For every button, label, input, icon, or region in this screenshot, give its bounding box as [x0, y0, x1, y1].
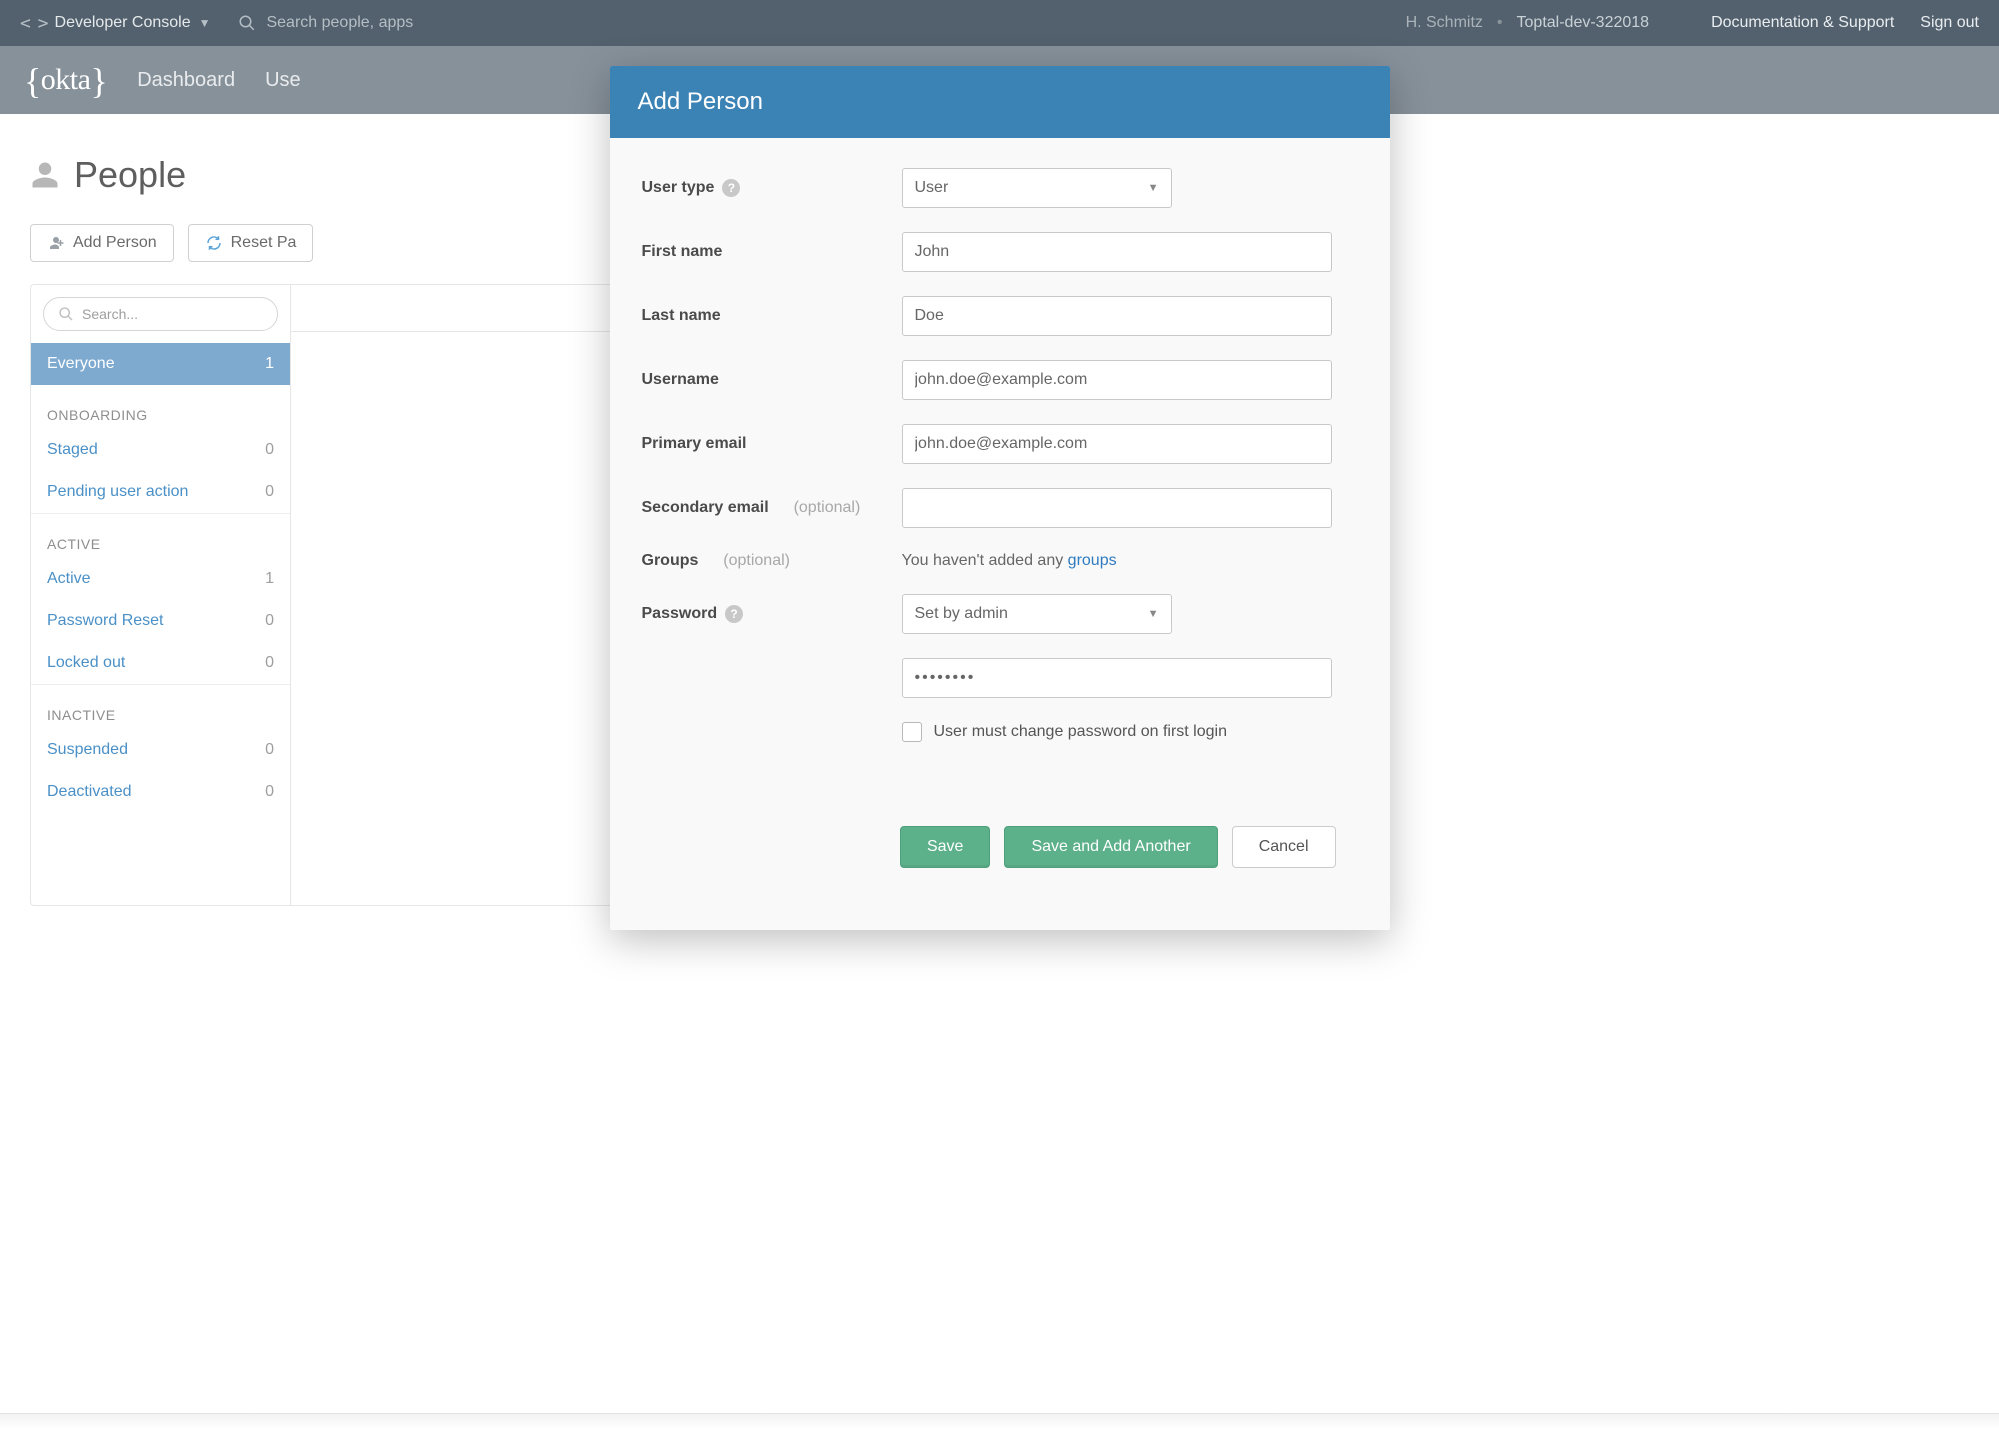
console-switcher[interactable]: < > Developer Console ▼: [20, 13, 210, 34]
sidebar-heading-onboarding: ONBOARDING: [31, 385, 290, 429]
global-search[interactable]: Search people, apps: [238, 14, 413, 32]
console-label: Developer Console: [55, 14, 191, 32]
add-person-button[interactable]: Add Person: [30, 224, 174, 262]
caret-down-icon: ▼: [199, 16, 211, 30]
label-username: Username: [642, 371, 719, 389]
groups-link[interactable]: groups: [1068, 552, 1117, 569]
person-icon: [30, 160, 60, 190]
groups-empty-text: You haven't added any: [902, 552, 1068, 569]
sidebar-item-password-reset[interactable]: Password Reset 0: [31, 600, 290, 642]
must-change-checkbox[interactable]: [902, 722, 922, 742]
reset-passwords-button[interactable]: Reset Pa: [188, 224, 314, 262]
sidebar-heading-active: ACTIVE: [31, 513, 290, 558]
chevron-down-icon: ▼: [1148, 608, 1159, 620]
top-bar: < > Developer Console ▼ Search people, a…: [0, 0, 1999, 46]
sign-out-link[interactable]: Sign out: [1920, 14, 1979, 32]
refresh-icon: [205, 234, 223, 252]
user-type-select[interactable]: User ▼: [902, 168, 1172, 208]
chevron-down-icon: ▼: [1148, 182, 1159, 194]
filter-search-placeholder: Search...: [82, 306, 138, 322]
sidebar-item-deactivated[interactable]: Deactivated 0: [31, 771, 290, 813]
label-primary-email: Primary email: [642, 435, 747, 453]
add-person-label: Add Person: [73, 234, 157, 252]
label-password: Password: [642, 605, 718, 623]
label-groups: Groups: [642, 552, 699, 570]
nav-dashboard[interactable]: Dashboard: [137, 69, 235, 92]
add-person-modal: Add Person User type ? User ▼ First name…: [610, 66, 1390, 930]
label-secondary-email: Secondary email: [642, 499, 769, 517]
documentation-link[interactable]: Documentation & Support: [1711, 14, 1894, 32]
search-icon: [238, 14, 256, 32]
page-title: People: [74, 154, 186, 196]
password-mode-select[interactable]: Set by admin ▼: [902, 594, 1172, 634]
filter-search[interactable]: Search...: [43, 297, 278, 331]
okta-logo[interactable]: {okta}: [24, 63, 107, 97]
sidebar-item-active[interactable]: Active 1: [31, 558, 290, 600]
reset-passwords-label: Reset Pa: [231, 234, 297, 252]
last-name-field[interactable]: [902, 296, 1332, 336]
add-person-icon: [47, 234, 65, 252]
org-name[interactable]: Toptal-dev-322018: [1517, 14, 1650, 32]
label-user-type: User type: [642, 179, 715, 197]
cancel-button[interactable]: Cancel: [1232, 826, 1336, 868]
filter-sidebar: Search... Everyone 1 ONBOARDING Staged 0…: [31, 285, 291, 905]
footer-divider: [0, 1413, 1999, 1429]
search-placeholder: Search people, apps: [266, 14, 413, 32]
primary-email-field[interactable]: [902, 424, 1332, 464]
sidebar-item-locked-out[interactable]: Locked out 0: [31, 642, 290, 684]
sidebar-item-suspended[interactable]: Suspended 0: [31, 729, 290, 771]
code-icon: < >: [20, 13, 47, 34]
secondary-email-field[interactable]: [902, 488, 1332, 528]
sidebar-heading-inactive: INACTIVE: [31, 684, 290, 729]
sidebar-item-everyone[interactable]: Everyone 1: [31, 343, 290, 385]
first-name-field[interactable]: [902, 232, 1332, 272]
save-button[interactable]: Save: [900, 826, 990, 868]
must-change-label: User must change password on first login: [934, 723, 1227, 741]
username-field[interactable]: [902, 360, 1332, 400]
password-field[interactable]: [902, 658, 1332, 698]
label-first-name: First name: [642, 243, 723, 261]
modal-title: Add Person: [610, 66, 1390, 138]
help-icon[interactable]: ?: [725, 605, 743, 623]
sidebar-item-pending[interactable]: Pending user action 0: [31, 471, 290, 513]
sidebar-item-staged[interactable]: Staged 0: [31, 429, 290, 471]
nav-users[interactable]: Use: [265, 69, 301, 92]
label-last-name: Last name: [642, 307, 721, 325]
help-icon[interactable]: ?: [722, 179, 740, 197]
save-add-another-button[interactable]: Save and Add Another: [1004, 826, 1217, 868]
separator-dot: •: [1497, 14, 1503, 32]
user-name[interactable]: H. Schmitz: [1406, 14, 1483, 32]
search-icon: [58, 306, 74, 322]
